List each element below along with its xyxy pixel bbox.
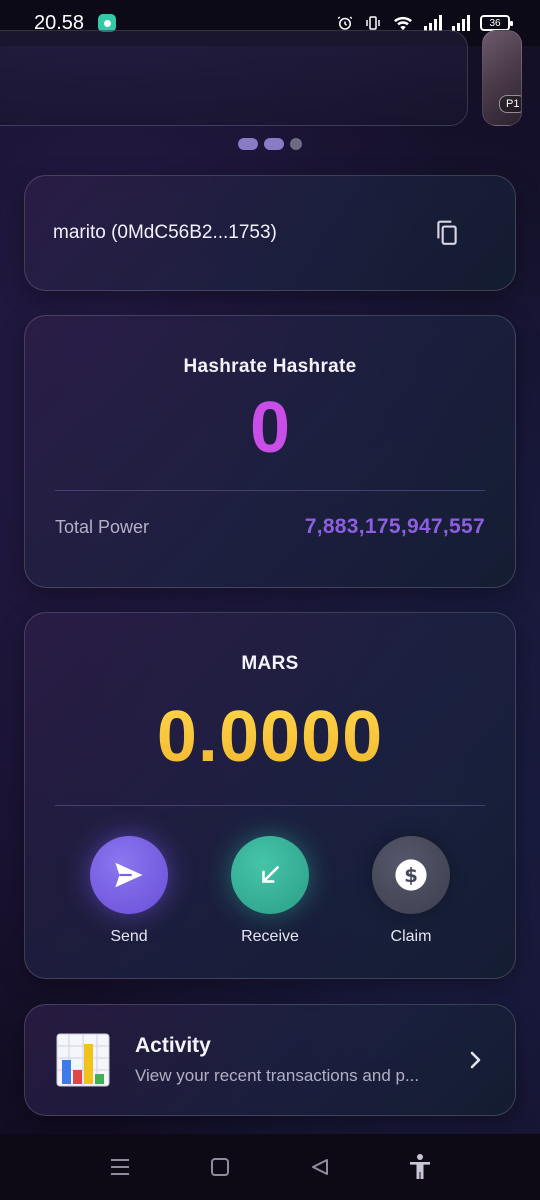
total-power-row: Total Power 7,883,175,947,557 <box>25 515 515 539</box>
nav-back-button[interactable] <box>305 1152 335 1182</box>
nav-home-button[interactable] <box>205 1152 235 1182</box>
mars-balance: 0.0000 <box>25 701 515 773</box>
chevron-right-icon[interactable] <box>463 1048 487 1072</box>
claim-circle[interactable]: $ <box>372 836 450 914</box>
battery-icon: 36 <box>480 15 513 31</box>
copy-icon <box>437 220 457 245</box>
signal-icon-2 <box>452 15 470 31</box>
hashrate-value: 0 <box>249 388 291 468</box>
nav-menu-button[interactable] <box>105 1152 135 1182</box>
claim-button[interactable]: $ Claim <box>371 836 451 946</box>
mars-divider <box>55 805 485 806</box>
home-square-icon <box>211 1158 229 1176</box>
carousel-dot[interactable] <box>290 138 302 150</box>
menu-icon <box>111 1159 129 1175</box>
activity-card[interactable]: Activity View your recent transactions a… <box>24 1004 516 1116</box>
signal-icon-1 <box>424 15 442 31</box>
dollar-icon: $ <box>395 859 427 891</box>
send-button[interactable]: Send <box>89 836 169 946</box>
mars-actions: Send Receive $ Claim <box>25 836 515 946</box>
wallet-card: marito (0MdC56B2...1753) <box>24 175 516 291</box>
carousel-dot-active[interactable] <box>264 138 284 150</box>
bar-chart-icon <box>56 1033 110 1087</box>
activity-subtitle: View your recent transactions and p... <box>135 1066 420 1085</box>
wallet-name: marito (0MdC56B2...1753) <box>53 222 277 243</box>
claim-label: Claim <box>390 928 432 945</box>
nav-accessibility-button[interactable] <box>405 1152 435 1182</box>
send-icon <box>115 862 143 888</box>
receive-arrow-icon <box>262 866 279 883</box>
back-triangle-icon <box>312 1159 328 1175</box>
carousel-next-label: P1 <box>499 95 521 113</box>
mars-balance-card: MARS 0.0000 Send Receive $ Claim <box>24 612 516 979</box>
carousel-dots <box>0 138 540 150</box>
total-power-label: Total Power <box>55 516 150 537</box>
receive-button[interactable]: Receive <box>230 836 310 946</box>
hashrate-title: Hashrate Hashrate <box>183 356 357 377</box>
carousel-next-card[interactable]: P1 <box>482 30 522 126</box>
hashrate-card: Hashrate Hashrate 0 Total Power 7,883,17… <box>24 315 516 588</box>
send-circle[interactable] <box>90 836 168 914</box>
hashrate-divider <box>55 490 485 491</box>
copy-address-button[interactable] <box>427 213 467 253</box>
carousel-card[interactable] <box>0 30 468 126</box>
receive-label: Receive <box>241 928 299 945</box>
total-power-value: 7,883,175,947,557 <box>304 515 485 538</box>
send-label: Send <box>110 928 148 945</box>
system-nav-bar <box>0 1134 540 1200</box>
activity-title: Activity <box>135 1034 211 1057</box>
carousel-dot[interactable] <box>238 138 258 150</box>
activity-text: Activity View your recent transactions a… <box>135 1034 453 1086</box>
mars-title: MARS <box>241 653 299 674</box>
svg-text:$: $ <box>404 864 418 887</box>
accessibility-icon <box>410 1154 430 1179</box>
receive-circle[interactable] <box>231 836 309 914</box>
